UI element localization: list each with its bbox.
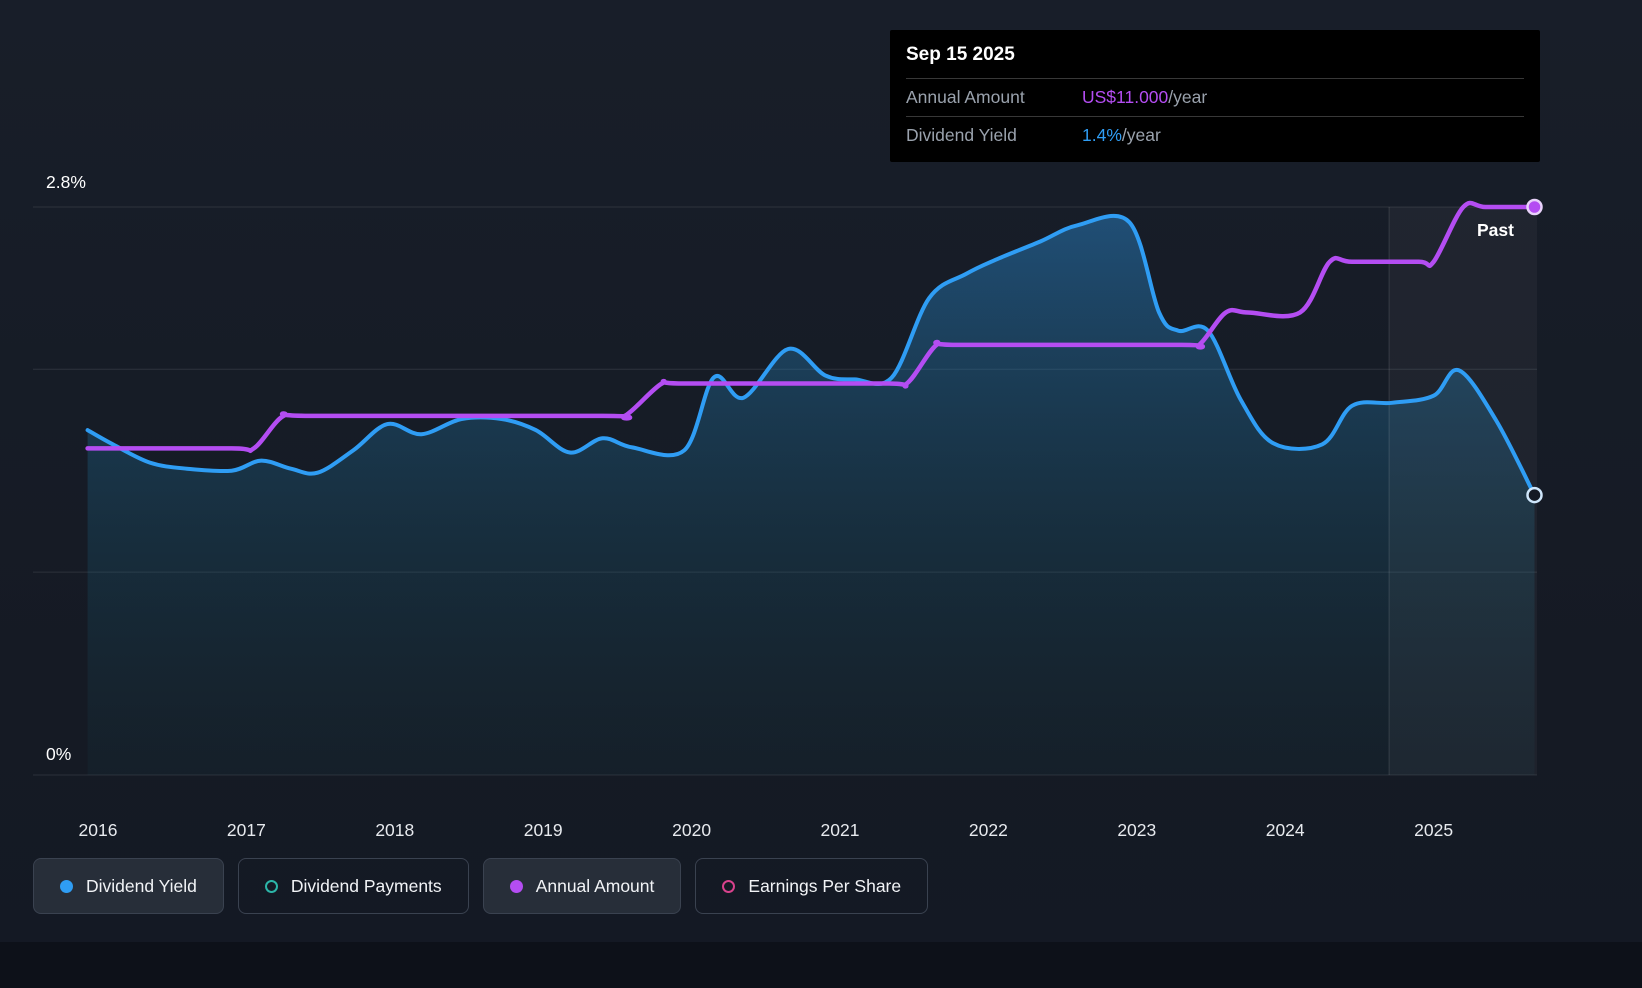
past-label: Past: [1477, 220, 1514, 240]
tooltip-label: Annual Amount: [906, 87, 1025, 107]
dividend-yield-end-marker: [1526, 486, 1543, 504]
x-axis-label: 2025: [1414, 820, 1454, 840]
legend-label: Annual Amount: [535, 875, 655, 896]
dividend-yield-area: [87, 215, 1535, 776]
dividend-chart-page: 2.8% 0% 2016 2017 2018 2019 2020 2021 2022 2023…: [0, 0, 1642, 988]
x-axis-label: 2019: [523, 820, 563, 840]
x-axis-label: 2022: [968, 820, 1008, 840]
x-axis-label: 2016: [78, 820, 118, 840]
tooltip-row-annual-amount: Annual Amount US$11.000/year: [906, 78, 1524, 116]
tooltip-label: Dividend Yield: [906, 125, 1017, 145]
legend-dividend-yield-button[interactable]: Dividend Yield: [33, 858, 224, 914]
legend: Dividend Yield Dividend Payments Annual …: [33, 858, 929, 914]
tooltip-suffix: /year: [1121, 125, 1161, 145]
legend-label: Earnings Per Share: [748, 875, 902, 896]
footer-strip: [0, 942, 1642, 988]
chart-tooltip: Sep 15 2025 Annual Amount US$11.000/year…: [890, 30, 1540, 162]
tooltip-date: Sep 15 2025: [906, 44, 1015, 65]
y-axis-label-max: 2.8%: [46, 172, 86, 192]
tooltip-suffix: /year: [1168, 87, 1208, 107]
x-axis-label: 2021: [820, 820, 860, 840]
tooltip-value: 1.4%: [1082, 125, 1122, 145]
x-axis-label: 2020: [672, 820, 712, 840]
legend-label: Dividend Yield: [86, 875, 197, 896]
legend-earnings-per-share-button[interactable]: Earnings Per Share: [695, 858, 929, 914]
legend-dividend-payments-button[interactable]: Dividend Payments: [237, 858, 469, 914]
x-axis-label: 2023: [1117, 820, 1157, 840]
annual-amount-marker-icon: [509, 879, 523, 893]
annual-amount-end-marker: [1526, 198, 1543, 216]
tooltip-row-dividend-yield: Dividend Yield 1.4%/year: [906, 116, 1524, 154]
legend-label: Dividend Payments: [290, 875, 442, 896]
past-region: [1389, 207, 1537, 775]
x-axis-label: 2018: [375, 820, 415, 840]
legend-annual-amount-button[interactable]: Annual Amount: [482, 858, 682, 914]
dividend-yield-marker-icon: [60, 879, 73, 893]
dividend-payments-marker-icon: [264, 879, 278, 893]
x-axis-label: 2024: [1265, 820, 1305, 840]
tooltip-value: US$11.000: [1082, 87, 1169, 107]
y-axis-label-min: 0%: [46, 744, 72, 764]
x-axis-label: 2017: [226, 820, 266, 840]
earnings-per-share-marker-icon: [722, 879, 736, 893]
